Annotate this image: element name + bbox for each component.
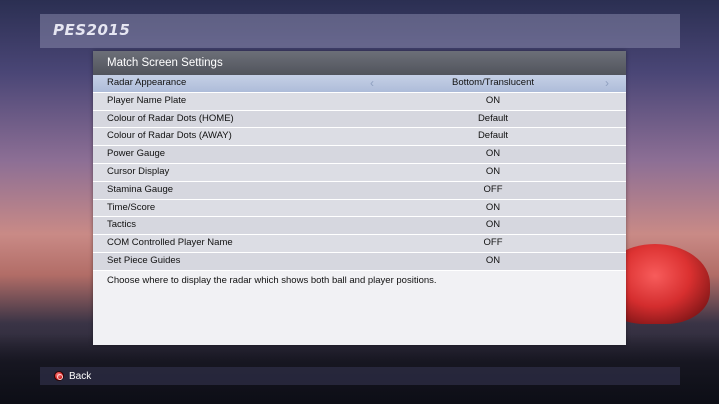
setting-value: OFF <box>483 183 503 195</box>
setting-value: Bottom/Translucent <box>451 77 535 88</box>
setting-label: Stamina Gauge <box>107 183 174 195</box>
setting-row-com-player-name[interactable]: COM Controlled Player Name OFF <box>93 235 626 253</box>
setting-label: Player Name Plate <box>107 94 187 106</box>
setting-value: Default <box>477 130 509 142</box>
setting-row-cursor-display[interactable]: Cursor Display ON <box>93 163 626 182</box>
setting-value: Default <box>477 112 509 124</box>
setting-row-tactics[interactable]: Tactics ON <box>93 217 626 236</box>
setting-value: ON <box>485 148 501 160</box>
setting-value: ON <box>485 165 501 177</box>
setting-value: ON <box>485 94 501 106</box>
setting-label: Colour of Radar Dots (AWAY) <box>107 130 232 142</box>
setting-value: ON <box>485 201 501 213</box>
setting-value: OFF <box>483 237 503 249</box>
back-label: Back <box>69 370 92 382</box>
top-bar: PES2015 <box>40 14 680 48</box>
setting-row-stamina-gauge[interactable]: Stamina Gauge OFF <box>93 181 626 200</box>
setting-value: ON <box>485 219 501 231</box>
setting-label: Radar Appearance <box>107 77 187 88</box>
setting-row-radar-dots-home[interactable]: Colour of Radar Dots (HOME) Default <box>93 110 626 129</box>
setting-label: Time/Score <box>107 201 156 213</box>
setting-row-set-piece-guides[interactable]: Set Piece Guides ON <box>93 252 626 271</box>
help-text: Choose where to display the radar which … <box>107 275 437 286</box>
chevron-left-icon[interactable]: ‹ <box>370 75 374 92</box>
settings-list: Radar Appearance ‹ Bottom/Translucent › … <box>93 75 626 271</box>
back-button[interactable]: Back <box>54 369 91 383</box>
setting-label: Cursor Display <box>107 165 170 177</box>
bottom-bar: Back <box>40 367 680 385</box>
circle-button-icon <box>54 371 64 381</box>
setting-row-radar-appearance[interactable]: Radar Appearance ‹ Bottom/Translucent › <box>93 75 626 93</box>
setting-label: Tactics <box>107 219 137 231</box>
chevron-right-icon[interactable]: › <box>605 75 609 92</box>
game-logo: PES2015 <box>53 21 131 39</box>
setting-label: Colour of Radar Dots (HOME) <box>107 112 234 124</box>
setting-value: ON <box>485 254 501 266</box>
setting-label: Set Piece Guides <box>107 254 181 266</box>
setting-row-time-score[interactable]: Time/Score ON <box>93 199 626 218</box>
setting-row-radar-dots-away[interactable]: Colour of Radar Dots (AWAY) Default <box>93 128 626 147</box>
setting-row-power-gauge[interactable]: Power Gauge ON <box>93 146 626 164</box>
panel-title: Match Screen Settings <box>93 51 626 75</box>
settings-panel: Match Screen Settings Radar Appearance ‹… <box>93 51 626 345</box>
setting-row-player-name-plate[interactable]: Player Name Plate ON <box>93 92 626 111</box>
setting-label: Power Gauge <box>107 148 166 160</box>
setting-label: COM Controlled Player Name <box>107 237 233 249</box>
